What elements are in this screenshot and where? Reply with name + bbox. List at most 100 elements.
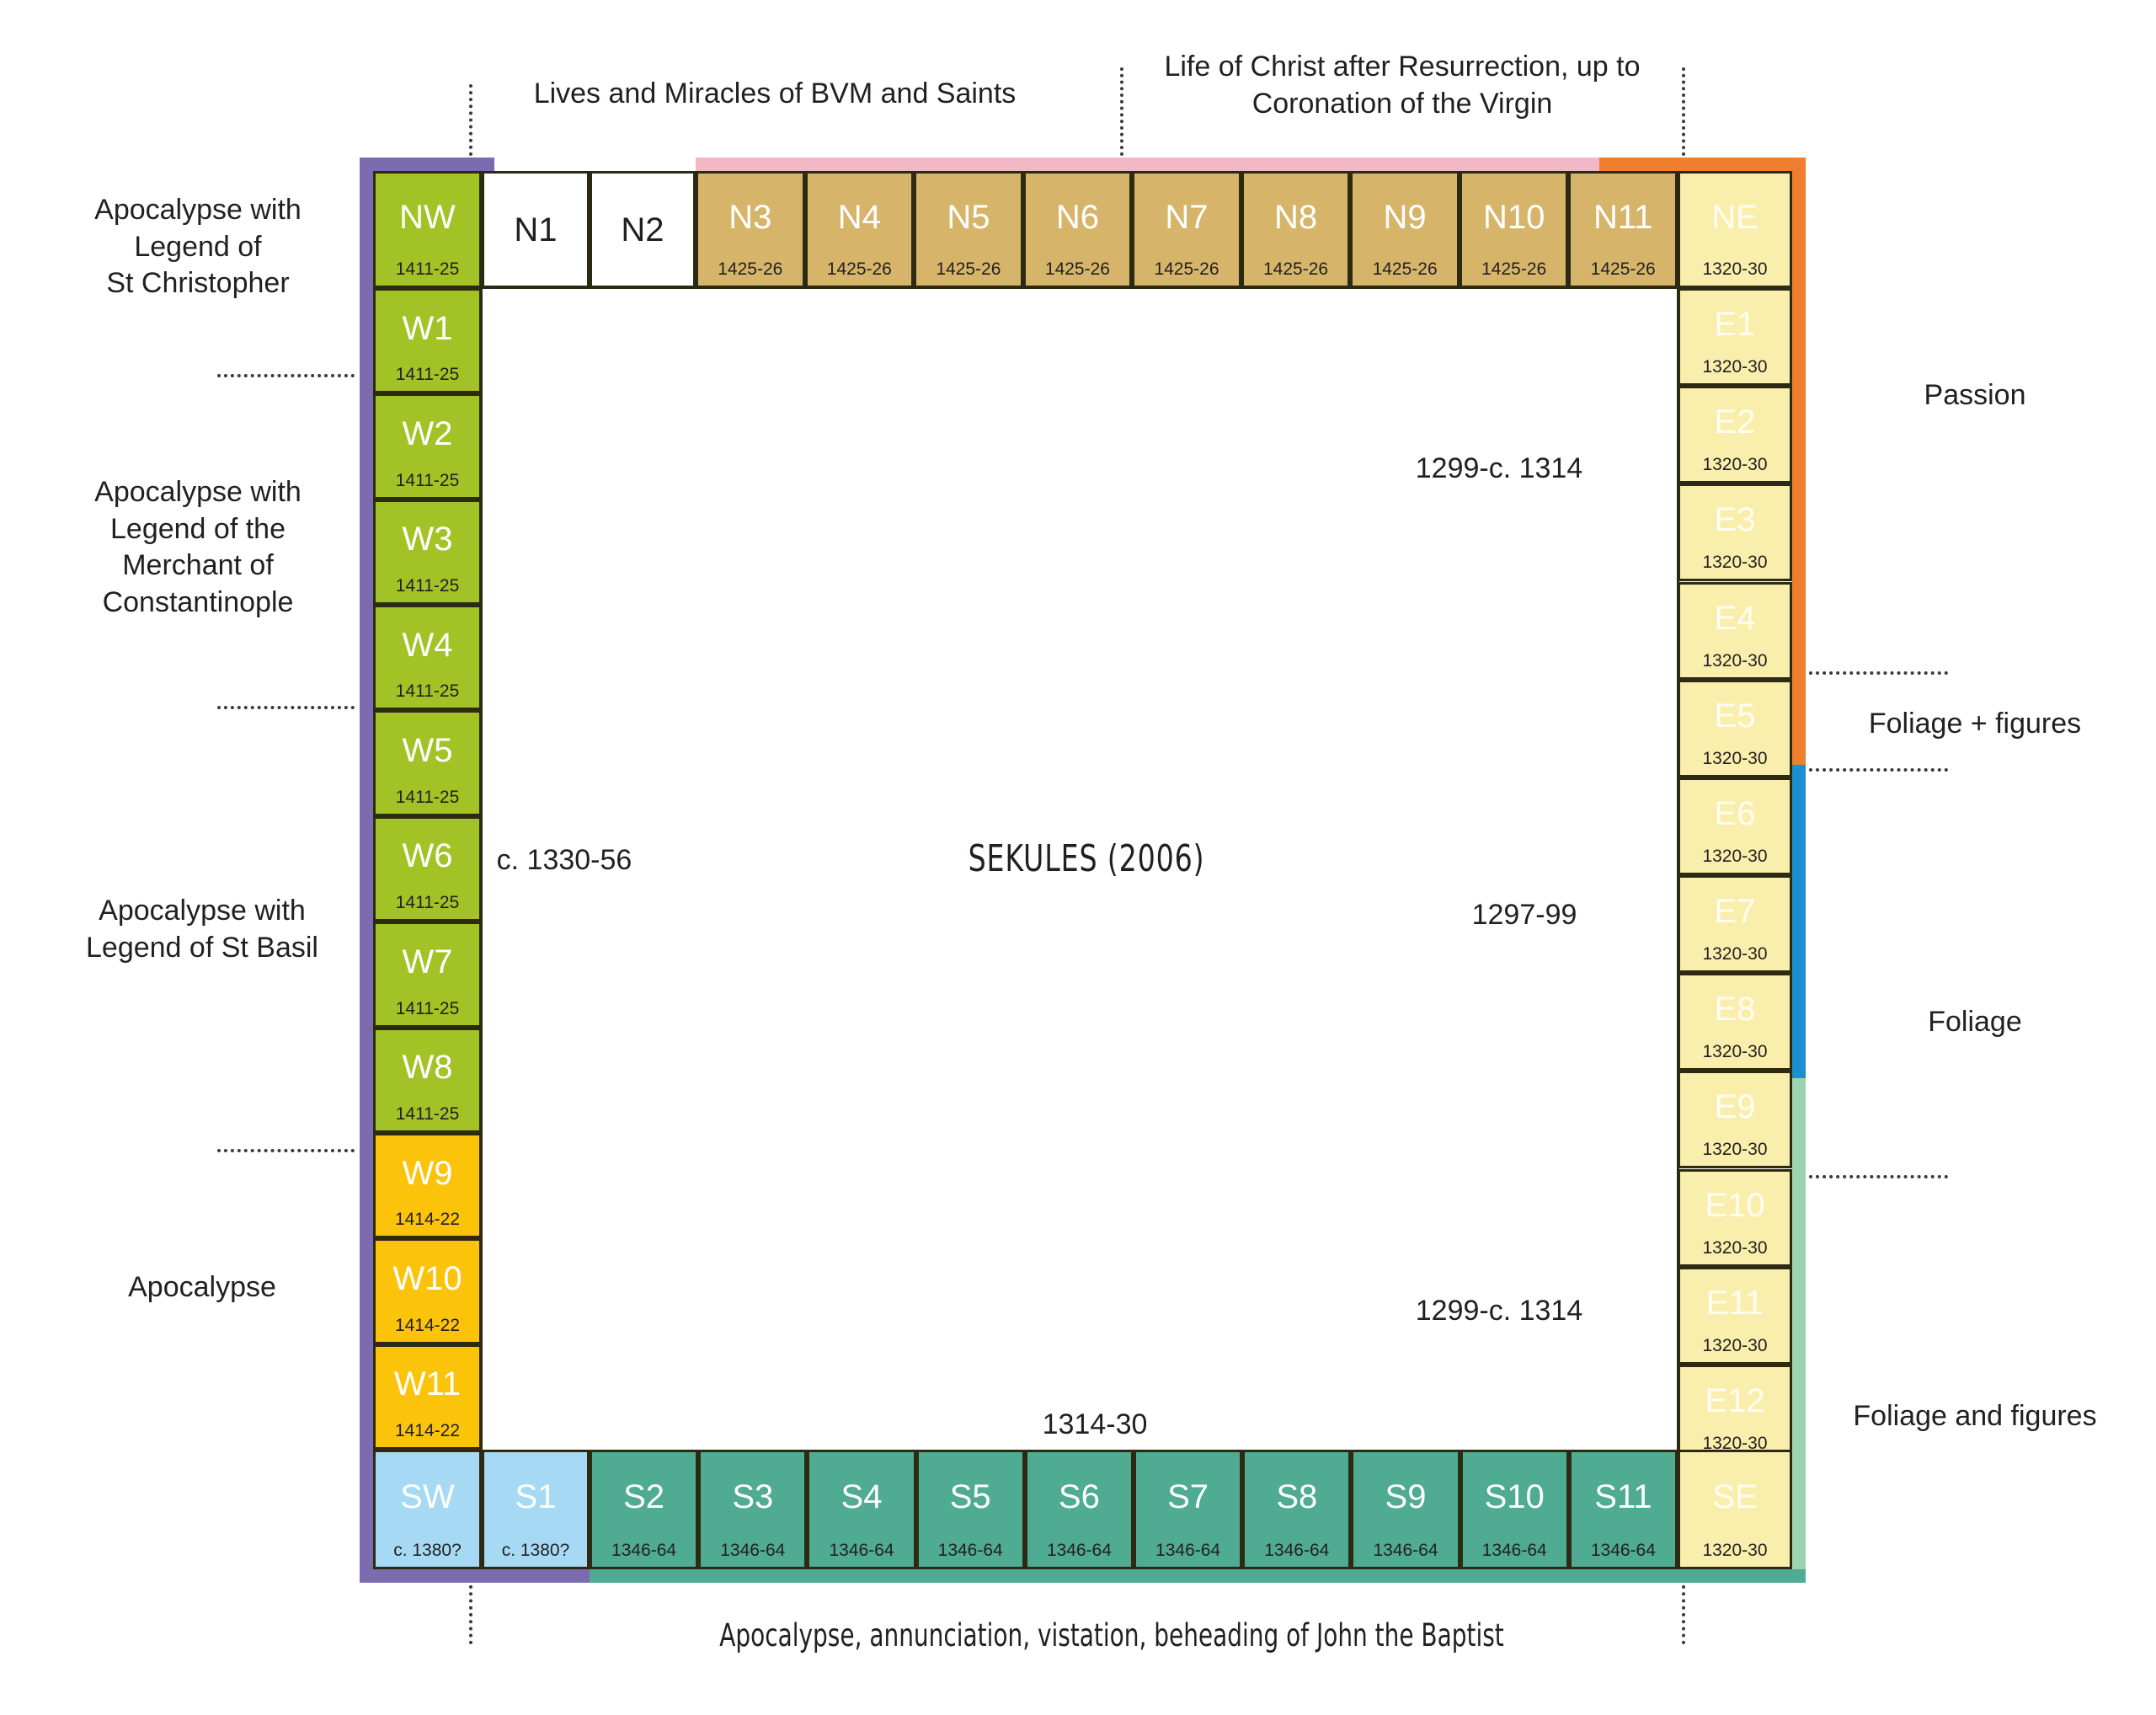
cell-id-label: S8 [1276,1477,1318,1515]
cell-id-label: E5 [1714,697,1756,735]
band-mint-right [1792,1078,1806,1583]
cell-e7[interactable]: E7 1320-30 [1678,875,1792,974]
cloister-window-diagram: NW 1411-25 N1 N2 N3 1425-26 N4 1425-26 N5 1425-26… [0,0,2156,1715]
cell-n3[interactable]: N3 1425-26 [696,171,805,288]
cell-n10[interactable]: N10 1425-26 [1459,171,1569,288]
cell-n6[interactable]: N6 1425-26 [1022,171,1133,288]
cell-id-label: S6 [1058,1477,1100,1515]
cell-date-label: 1425-26 [1263,259,1329,279]
cell-id-label: W5 [402,731,453,769]
cell-date-label: 1346-64 [1155,1541,1221,1560]
leader-top-2 [1120,67,1123,156]
right-label-0: Passion [1924,379,2026,411]
cell-id-label: W4 [402,626,453,664]
cell-w4[interactable]: W4 1411-25 [373,605,482,711]
band-blue-right [1792,765,1806,1078]
cell-id-label: N4 [837,198,881,236]
cell-n4[interactable]: N4 1425-26 [804,171,915,288]
band-pink-top [696,158,1599,171]
cell-n11[interactable]: N11 1425-26 [1568,171,1678,288]
cell-n5[interactable]: N5 1425-26 [914,171,1023,288]
cell-n1[interactable]: N1 [482,171,590,288]
cell-id-label: E12 [1705,1381,1765,1419]
cell-e11[interactable]: E11 1320-30 [1678,1266,1792,1365]
cell-id-label: S9 [1385,1477,1427,1515]
cell-w9[interactable]: W9 1414-22 [373,1132,482,1239]
leader-right-3 [1809,1175,1948,1178]
cell-s6[interactable]: S6 1346-64 [1024,1450,1134,1569]
cell-e9[interactable]: E9 1320-30 [1678,1071,1792,1169]
cell-id-label: N7 [1165,198,1209,236]
cell-s7[interactable]: S7 1346-64 [1134,1450,1243,1569]
cell-date-label: 1425-26 [936,259,1001,279]
cell-se[interactable]: SE 1320-30 [1678,1450,1792,1569]
cell-e3[interactable]: E3 1320-30 [1678,484,1792,582]
cell-s10[interactable]: S10 1346-64 [1460,1450,1569,1569]
cell-n2[interactable]: N2 [590,171,696,288]
cell-e10[interactable]: E10 1320-30 [1678,1168,1792,1267]
leader-left-1 [217,374,355,377]
cell-id-label: S7 [1167,1477,1209,1515]
cell-n9[interactable]: N9 1425-26 [1350,171,1460,288]
cell-w8[interactable]: W8 1411-25 [373,1027,482,1133]
cell-w11[interactable]: W11 1414-22 [373,1344,482,1450]
cell-date-label: 1411-25 [395,576,460,596]
cell-w3[interactable]: W3 1411-25 [373,499,482,606]
cell-nw[interactable]: NW 1411-25 [373,171,482,288]
cell-date-label: c. 1380? [393,1541,462,1560]
leader-bottom-2 [1682,1585,1685,1644]
leader-left-3 [217,1149,355,1152]
center-label: SEKULES (2006) [968,837,1205,880]
cell-id-label: W2 [402,414,453,452]
cell-s9[interactable]: S9 1346-64 [1351,1450,1460,1569]
cell-w5[interactable]: W5 1411-25 [373,710,482,816]
leader-top-1 [469,84,472,156]
leader-bottom-1 [469,1585,472,1644]
cell-w7[interactable]: W7 1411-25 [373,922,482,1028]
interior-date-west: c. 1330-56 [496,844,632,876]
cell-date-label: 1346-64 [720,1541,786,1560]
cell-id-label: SW [400,1477,455,1515]
cell-s8[interactable]: S8 1346-64 [1242,1450,1352,1569]
cell-date-label: 1320-30 [1702,1237,1768,1258]
caption-top-left: Lives and Miracles of BVM and Saints [533,77,1017,110]
cell-id-label: N8 [1273,198,1318,236]
cell-e5[interactable]: E5 1320-30 [1678,679,1792,777]
cell-date-label: 1320-30 [1702,553,1768,573]
cell-date-label: c. 1380? [501,1541,570,1560]
cell-sw[interactable]: SW c. 1380? [373,1450,482,1569]
cell-s3[interactable]: S3 1346-64 [698,1450,808,1569]
cell-date-label: 1320-30 [1702,650,1768,671]
cell-s2[interactable]: S2 1346-64 [590,1450,699,1569]
cell-id-label: N11 [1593,198,1653,236]
leader-right-1 [1809,671,1948,675]
interior-date-south: 1314-30 [1042,1408,1148,1440]
cell-w1[interactable]: W1 1411-25 [373,288,482,394]
cell-e6[interactable]: E6 1320-30 [1678,777,1792,875]
band-orange-right [1792,158,1806,765]
band-purple-left [360,158,373,1583]
cell-n8[interactable]: N8 1425-26 [1241,171,1351,288]
cell-s5[interactable]: S5 1346-64 [915,1450,1025,1569]
cell-ne[interactable]: NE 1320-30 [1678,171,1792,288]
cell-id-label: E4 [1714,599,1756,637]
cell-s4[interactable]: S4 1346-64 [807,1450,916,1569]
cell-e4[interactable]: E4 1320-30 [1678,581,1792,680]
cell-s1[interactable]: S1 c. 1380? [482,1450,590,1569]
cell-e2[interactable]: E2 1320-30 [1678,386,1792,484]
cell-date-label: 1346-64 [1481,1541,1547,1560]
cell-e12[interactable]: E12 1320-30 [1678,1364,1792,1462]
cell-n7[interactable]: N7 1425-26 [1132,171,1241,288]
cell-e8[interactable]: E8 1320-30 [1678,973,1792,1071]
cell-date-label: 1346-64 [611,1541,677,1560]
cell-id-label: W7 [402,943,453,980]
cell-s11[interactable]: S11 1346-64 [1568,1450,1678,1569]
cell-w2[interactable]: W2 1411-25 [373,393,482,500]
right-label-2: Foliage [1928,1006,2022,1038]
cell-id-label: E10 [1705,1186,1765,1224]
cell-date-label: 1320-30 [1702,1335,1768,1355]
cell-id-label: S5 [949,1477,991,1515]
cell-e1[interactable]: E1 1320-30 [1678,288,1792,387]
cell-w10[interactable]: W10 1414-22 [373,1238,482,1344]
cell-date-label: 1320-30 [1702,1042,1768,1062]
